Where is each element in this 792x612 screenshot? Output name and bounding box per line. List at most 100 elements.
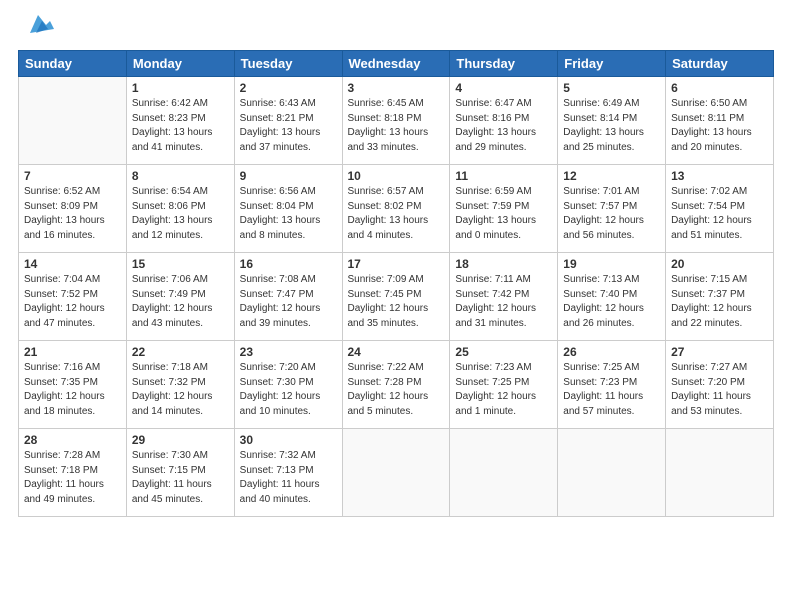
day-info: Sunrise: 7:23 AM Sunset: 7:25 PM Dayligh… xyxy=(455,361,552,419)
day-info: Sunrise: 6:42 AM Sunset: 8:23 PM Dayligh… xyxy=(132,97,229,155)
calendar-cell xyxy=(450,429,558,517)
calendar-cell: 4 Sunrise: 6:47 AM Sunset: 8:16 PM Daylig… xyxy=(450,77,558,165)
day-number: 30 xyxy=(240,433,337,447)
day-info: Sunrise: 7:18 AM Sunset: 7:32 PM Dayligh… xyxy=(132,361,229,419)
calendar-cell: 2 Sunrise: 6:43 AM Sunset: 8:21 PM Daylig… xyxy=(234,77,342,165)
day-info: Sunrise: 7:08 AM Sunset: 7:47 PM Dayligh… xyxy=(240,273,337,331)
calendar-week-row: 1 Sunrise: 6:42 AM Sunset: 8:23 PM Daylig… xyxy=(19,77,774,165)
day-info: Sunrise: 6:52 AM Sunset: 8:09 PM Dayligh… xyxy=(24,185,121,243)
day-number: 10 xyxy=(348,169,445,183)
day-number: 23 xyxy=(240,345,337,359)
calendar-cell: 23 Sunrise: 7:20 AM Sunset: 7:30 PM Dayli… xyxy=(234,341,342,429)
day-info: Sunrise: 7:20 AM Sunset: 7:30 PM Dayligh… xyxy=(240,361,337,419)
calendar-cell xyxy=(19,77,127,165)
day-number: 22 xyxy=(132,345,229,359)
day-number: 13 xyxy=(671,169,768,183)
day-info: Sunrise: 7:16 AM Sunset: 7:35 PM Dayligh… xyxy=(24,361,121,419)
calendar-cell: 27 Sunrise: 7:27 AM Sunset: 7:20 PM Dayli… xyxy=(666,341,774,429)
day-info: Sunrise: 7:25 AM Sunset: 7:23 PM Dayligh… xyxy=(563,361,660,419)
calendar-cell: 16Sunrise: 7:08 AM Sunset: 7:47 PM Dayli… xyxy=(234,253,342,341)
calendar-cell: 17 Sunrise: 7:09 AM Sunset: 7:45 PM Dayli… xyxy=(342,253,450,341)
weekday-header-wednesday: Wednesday xyxy=(342,51,450,77)
day-info: Sunrise: 7:32 AM Sunset: 7:13 PM Dayligh… xyxy=(240,449,337,507)
calendar-cell: 19 Sunrise: 7:13 AM Sunset: 7:40 PM Dayli… xyxy=(558,253,666,341)
day-number: 27 xyxy=(671,345,768,359)
day-info: Sunrise: 6:54 AM Sunset: 8:06 PM Dayligh… xyxy=(132,185,229,243)
calendar-cell: 20 Sunrise: 7:15 AM Sunset: 7:37 PM Dayli… xyxy=(666,253,774,341)
day-info: Sunrise: 7:28 AM Sunset: 7:18 PM Dayligh… xyxy=(24,449,121,507)
calendar-header-row: SundayMondayTuesdayWednesdayThursdayFrid… xyxy=(19,51,774,77)
day-info: Sunrise: 7:22 AM Sunset: 7:28 PM Dayligh… xyxy=(348,361,445,419)
day-info: Sunrise: 6:57 AM Sunset: 8:02 PM Dayligh… xyxy=(348,185,445,243)
calendar-cell: 12 Sunrise: 7:01 AM Sunset: 7:57 PM Dayli… xyxy=(558,165,666,253)
day-number: 25 xyxy=(455,345,552,359)
calendar-cell: 1 Sunrise: 6:42 AM Sunset: 8:23 PM Daylig… xyxy=(126,77,234,165)
calendar-cell: 9 Sunrise: 6:56 AM Sunset: 8:04 PM Daylig… xyxy=(234,165,342,253)
day-number: 29 xyxy=(132,433,229,447)
day-number: 1 xyxy=(132,81,229,95)
calendar-cell xyxy=(342,429,450,517)
day-number: 8 xyxy=(132,169,229,183)
day-number: 18 xyxy=(455,257,552,271)
day-info: Sunrise: 6:43 AM Sunset: 8:21 PM Dayligh… xyxy=(240,97,337,155)
calendar-cell: 24 Sunrise: 7:22 AM Sunset: 7:28 PM Dayli… xyxy=(342,341,450,429)
header xyxy=(18,18,774,40)
day-number: 20 xyxy=(671,257,768,271)
day-number: 21 xyxy=(24,345,121,359)
day-info: Sunrise: 7:30 AM Sunset: 7:15 PM Dayligh… xyxy=(132,449,229,507)
calendar-cell: 26 Sunrise: 7:25 AM Sunset: 7:23 PM Dayli… xyxy=(558,341,666,429)
day-number: 17 xyxy=(348,257,445,271)
day-info: Sunrise: 7:06 AM Sunset: 7:49 PM Dayligh… xyxy=(132,273,229,331)
calendar-cell: 13 Sunrise: 7:02 AM Sunset: 7:54 PM Dayli… xyxy=(666,165,774,253)
weekday-header-monday: Monday xyxy=(126,51,234,77)
day-number: 26 xyxy=(563,345,660,359)
logo xyxy=(18,18,54,40)
day-info: Sunrise: 7:27 AM Sunset: 7:20 PM Dayligh… xyxy=(671,361,768,419)
day-info: Sunrise: 6:50 AM Sunset: 8:11 PM Dayligh… xyxy=(671,97,768,155)
calendar-week-row: 28 Sunrise: 7:28 AM Sunset: 7:18 PM Dayli… xyxy=(19,429,774,517)
day-number: 15 xyxy=(132,257,229,271)
calendar-cell: 29 Sunrise: 7:30 AM Sunset: 7:15 PM Dayli… xyxy=(126,429,234,517)
day-info: Sunrise: 7:01 AM Sunset: 7:57 PM Dayligh… xyxy=(563,185,660,243)
calendar-cell: 14 Sunrise: 7:04 AM Sunset: 7:52 PM Dayli… xyxy=(19,253,127,341)
day-info: Sunrise: 7:04 AM Sunset: 7:52 PM Dayligh… xyxy=(24,273,121,331)
calendar-cell: 3 Sunrise: 6:45 AM Sunset: 8:18 PM Daylig… xyxy=(342,77,450,165)
calendar-week-row: 7Sunrise: 6:52 AM Sunset: 8:09 PM Daylig… xyxy=(19,165,774,253)
day-number: 28 xyxy=(24,433,121,447)
calendar-week-row: 14 Sunrise: 7:04 AM Sunset: 7:52 PM Dayli… xyxy=(19,253,774,341)
calendar-cell: 28 Sunrise: 7:28 AM Sunset: 7:18 PM Dayli… xyxy=(19,429,127,517)
calendar-cell: 8 Sunrise: 6:54 AM Sunset: 8:06 PM Daylig… xyxy=(126,165,234,253)
day-number: 9 xyxy=(240,169,337,183)
calendar-cell: 7Sunrise: 6:52 AM Sunset: 8:09 PM Daylig… xyxy=(19,165,127,253)
day-info: Sunrise: 7:09 AM Sunset: 7:45 PM Dayligh… xyxy=(348,273,445,331)
weekday-header-saturday: Saturday xyxy=(666,51,774,77)
weekday-header-friday: Friday xyxy=(558,51,666,77)
calendar-cell: 22 Sunrise: 7:18 AM Sunset: 7:32 PM Dayli… xyxy=(126,341,234,429)
day-number: 12 xyxy=(563,169,660,183)
day-info: Sunrise: 7:15 AM Sunset: 7:37 PM Dayligh… xyxy=(671,273,768,331)
day-number: 14 xyxy=(24,257,121,271)
day-number: 19 xyxy=(563,257,660,271)
day-info: Sunrise: 6:47 AM Sunset: 8:16 PM Dayligh… xyxy=(455,97,552,155)
calendar-cell: 15 Sunrise: 7:06 AM Sunset: 7:49 PM Dayli… xyxy=(126,253,234,341)
day-number: 2 xyxy=(240,81,337,95)
day-number: 5 xyxy=(563,81,660,95)
day-info: Sunrise: 7:02 AM Sunset: 7:54 PM Dayligh… xyxy=(671,185,768,243)
day-info: Sunrise: 6:45 AM Sunset: 8:18 PM Dayligh… xyxy=(348,97,445,155)
calendar-cell: 10 Sunrise: 6:57 AM Sunset: 8:02 PM Dayli… xyxy=(342,165,450,253)
day-info: Sunrise: 7:11 AM Sunset: 7:42 PM Dayligh… xyxy=(455,273,552,331)
day-info: Sunrise: 6:56 AM Sunset: 8:04 PM Dayligh… xyxy=(240,185,337,243)
day-number: 24 xyxy=(348,345,445,359)
day-info: Sunrise: 7:13 AM Sunset: 7:40 PM Dayligh… xyxy=(563,273,660,331)
day-number: 3 xyxy=(348,81,445,95)
weekday-header-sunday: Sunday xyxy=(19,51,127,77)
day-number: 6 xyxy=(671,81,768,95)
weekday-header-thursday: Thursday xyxy=(450,51,558,77)
day-info: Sunrise: 6:49 AM Sunset: 8:14 PM Dayligh… xyxy=(563,97,660,155)
day-info: Sunrise: 6:59 AM Sunset: 7:59 PM Dayligh… xyxy=(455,185,552,243)
day-number: 4 xyxy=(455,81,552,95)
page: SundayMondayTuesdayWednesdayThursdayFrid… xyxy=(0,0,792,612)
calendar-cell: 5 Sunrise: 6:49 AM Sunset: 8:14 PM Daylig… xyxy=(558,77,666,165)
calendar-cell: 18 Sunrise: 7:11 AM Sunset: 7:42 PM Dayli… xyxy=(450,253,558,341)
calendar-cell: 11Sunrise: 6:59 AM Sunset: 7:59 PM Dayli… xyxy=(450,165,558,253)
